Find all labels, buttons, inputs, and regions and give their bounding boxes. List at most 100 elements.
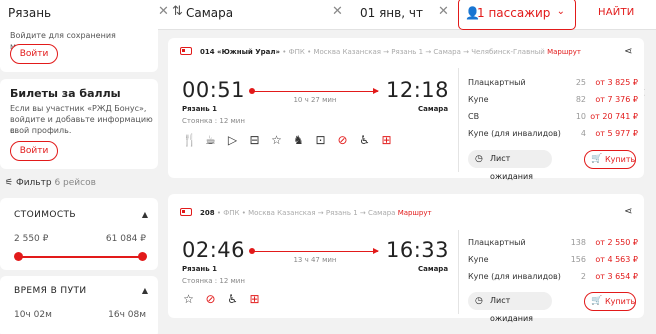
arrive-time: 16:33: [386, 238, 450, 262]
gift-icon: ⊞: [249, 292, 260, 306]
train-number: 014 «Южный Урал»: [200, 48, 281, 56]
wait-list-button[interactable]: ◷ Лист ожидания: [468, 150, 552, 181]
train-number: 208: [200, 209, 215, 217]
amenities: 🍴 ☕ ▷ ⊟ ☆ ♞ ⊡ ⊘ ♿ ⊞: [182, 133, 393, 147]
divider: [458, 230, 459, 314]
clock-icon: ◷: [475, 296, 483, 306]
amenities: ☆ ⊘ ♿ ⊞: [182, 292, 261, 306]
chevron-up-icon[interactable]: ▲: [142, 286, 148, 295]
bonus-login-button[interactable]: Войти: [10, 141, 58, 161]
class-price[interactable]: от 7 376 ₽: [580, 95, 638, 104]
class-price[interactable]: от 2 550 ₽: [580, 238, 638, 247]
cost-title: СТОИМОСТЬ: [14, 210, 77, 220]
depart-station: Рязань 1: [182, 105, 217, 113]
from-field[interactable]: Рязань: [8, 0, 51, 26]
clear-date-icon[interactable]: ✕: [438, 0, 449, 24]
train-header: 208 • ФПК • Москва Казанская → Рязань 1 …: [200, 209, 432, 217]
class-name: Плацкартный: [468, 78, 526, 87]
train-icon: [180, 208, 192, 216]
travel-time-min: 10ч 02м: [14, 310, 52, 320]
cost-slider-min-handle[interactable]: [14, 252, 23, 261]
travel-time-max: 16ч 08м: [108, 310, 146, 320]
train-card: 014 «Южный Урал» • ФПК • Москва Казанска…: [168, 38, 644, 181]
arrive-station: Самара: [418, 105, 449, 113]
swap-icon[interactable]: ⇅: [172, 0, 183, 24]
wheelchair-icon: ♿: [227, 292, 238, 306]
date-field[interactable]: 01 янв, чт: [360, 0, 423, 26]
cost-slider-track[interactable]: [18, 256, 142, 258]
train-icon: [180, 47, 192, 55]
wait-list-label: Лист ожидания: [490, 154, 533, 181]
class-name: Купе: [468, 95, 489, 104]
depart-station: Рязань 1: [182, 265, 217, 273]
chevron-up-icon[interactable]: ▲: [142, 210, 148, 219]
route-arrow: [249, 248, 379, 254]
wheelchair-icon: ♿: [359, 133, 370, 147]
buy-label: Купить: [605, 297, 636, 306]
restaurant-icon: 🍴: [182, 133, 197, 147]
gift-icon: ⊞: [381, 133, 392, 147]
travel-time-filter-card: ВРЕМЯ В ПУТИ ▲ 10ч 02м 16ч 08м: [0, 276, 158, 334]
login-button[interactable]: Войти: [10, 44, 58, 64]
star-icon: ☆: [183, 292, 194, 306]
route-link[interactable]: Маршрут: [398, 209, 432, 217]
filter-count: 6 рейсов: [54, 178, 96, 188]
class-price[interactable]: от 3 825 ₽: [580, 78, 638, 87]
buy-button[interactable]: 🛒 Купить: [584, 150, 636, 169]
no-smoking-icon: ⊘: [205, 292, 216, 306]
cost-max: 61 084 ₽: [105, 234, 146, 244]
filter-label: Фильтр: [15, 178, 52, 188]
person-icon: 👤: [465, 6, 480, 20]
divider: [458, 68, 459, 172]
class-price[interactable]: от 5 977 ₽: [580, 129, 638, 138]
bonus-text-line3: свой профиль.: [10, 126, 72, 135]
buy-button[interactable]: 🛒 Купить: [584, 292, 636, 311]
find-button[interactable]: НАЙТИ: [598, 0, 634, 26]
carrier: • ФПК •: [282, 48, 312, 56]
coffee-icon: ☕: [205, 133, 216, 147]
class-name: СВ: [468, 112, 480, 121]
share-icon[interactable]: ⋖: [624, 206, 632, 217]
pets-icon: ♞: [293, 133, 304, 147]
bonus-text-line1: Если вы участник «РЖД Бонус»,: [10, 104, 147, 113]
to-field[interactable]: Самара: [186, 0, 233, 26]
class-price[interactable]: от 4 563 ₽: [580, 255, 638, 264]
cart-icon: 🛒: [591, 154, 603, 164]
train-car-icon: ⊡: [315, 133, 326, 147]
route: Москва Казанская → Рязань 1 → Самара → Ч…: [313, 48, 545, 56]
arrive-station: Самара: [418, 265, 449, 273]
depart-time: 02:46: [182, 238, 246, 262]
clock-icon: ◷: [475, 154, 483, 164]
passengers-label: 1 пассажир: [477, 6, 551, 20]
share-icon[interactable]: ⋖: [624, 46, 632, 57]
class-price[interactable]: от 20 741 ₽: [580, 112, 638, 121]
route: Москва Казанская → Рязань 1 → Самара: [248, 209, 396, 217]
clear-from-icon[interactable]: ✕: [158, 0, 169, 24]
travel-time-title: ВРЕМЯ В ПУТИ: [14, 286, 87, 296]
duration: 13 ч 47 мин: [293, 256, 337, 264]
filter-header[interactable]: ⚟ Фильтр 6 рейсов: [5, 178, 96, 188]
train-card: 208 • ФПК • Москва Казанская → Рязань 1 …: [168, 194, 644, 323]
passengers-select[interactable]: 👤 1 пассажир ⌄: [458, 0, 576, 30]
stop-duration: Стоянка : 12 мин: [182, 277, 245, 285]
arrive-time: 12:18: [386, 78, 450, 102]
no-smoking-icon: ⊘: [337, 133, 348, 147]
tv-icon: ▷: [227, 133, 238, 147]
cost-filter-card: СТОИМОСТЬ ▲ 2 550 ₽ 61 084 ₽: [0, 198, 158, 270]
carrier: • ФПК •: [216, 209, 246, 217]
wait-list-label: Лист ожидания: [490, 296, 533, 323]
train-header: 014 «Южный Урал» • ФПК • Москва Казанска…: [200, 48, 581, 56]
bonus-title: Билеты за баллы: [10, 87, 121, 100]
bed-icon: ⊟: [249, 133, 260, 147]
class-name: Купе (для инвалидов): [468, 272, 561, 281]
bonus-card: Билеты за баллы Если вы участник «РЖД Бо…: [0, 79, 158, 169]
clear-to-icon[interactable]: ✕: [332, 0, 343, 24]
class-name: Плацкартный: [468, 238, 526, 247]
cost-slider-max-handle[interactable]: [138, 252, 147, 261]
cost-min: 2 550 ₽: [14, 234, 49, 244]
route-link[interactable]: Маршрут: [547, 48, 581, 56]
route-arrow: [249, 88, 379, 94]
wait-list-button[interactable]: ◷ Лист ожидания: [468, 292, 552, 323]
duration: 10 ч 27 мин: [293, 96, 337, 104]
class-price[interactable]: от 3 654 ₽: [580, 272, 638, 281]
